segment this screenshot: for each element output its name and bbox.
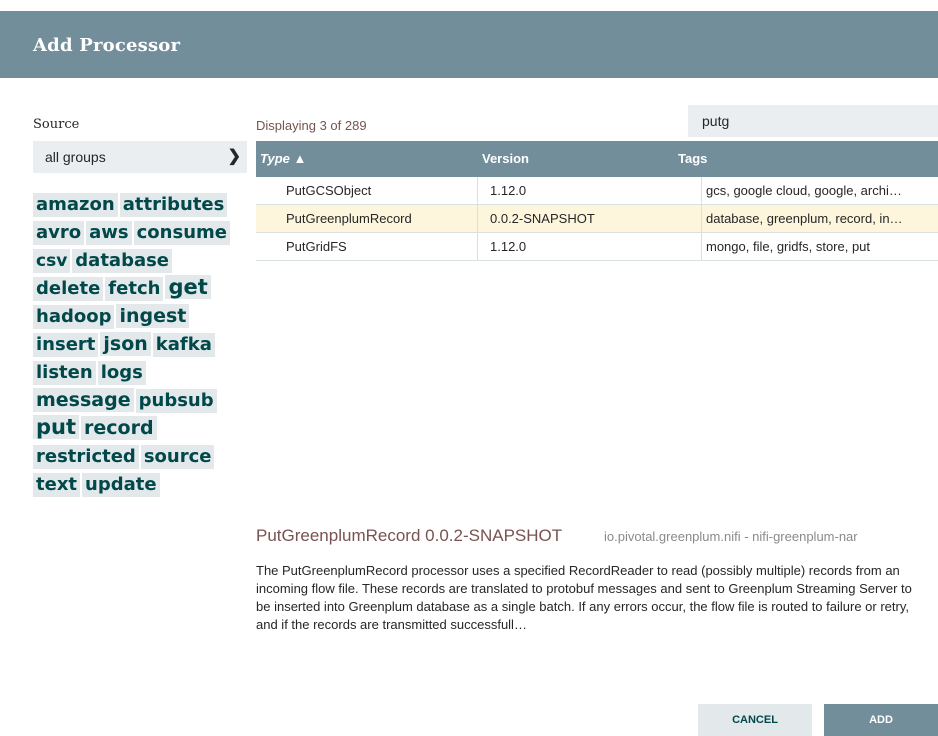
processor-detail-title: PutGreenplumRecord 0.0.2-SNAPSHOT xyxy=(256,526,563,545)
cancel-button[interactable]: CANCEL xyxy=(698,704,812,736)
cell-version: 1.12.0 xyxy=(490,239,527,254)
tag-listen[interactable]: listen xyxy=(33,361,96,385)
dialog-header: Add Processor xyxy=(0,11,938,78)
tag-logs[interactable]: logs xyxy=(97,361,146,385)
tag-amazon[interactable]: amazon xyxy=(33,193,118,217)
tag-attributes[interactable]: attributes xyxy=(119,193,228,217)
cell-tags: mongo, file, gridfs, store, put xyxy=(706,239,871,254)
tag-message[interactable]: message xyxy=(33,388,134,412)
processor-table: Type ▲ Version Tags PutGCSObject 1.12.0 gc… xyxy=(256,141,938,261)
table-row[interactable]: PutGridFS 1.12.0 mongo, file, gridfs, stor… xyxy=(256,233,938,261)
column-header-version[interactable]: Version xyxy=(482,141,672,177)
cell-tags: gcs, google cloud, google, archi… xyxy=(706,183,902,198)
tag-source[interactable]: source xyxy=(140,444,215,469)
column-divider xyxy=(701,205,702,232)
tag-avro[interactable]: avro xyxy=(33,221,85,245)
cell-type: PutGreenplumRecord xyxy=(286,211,412,226)
tag-delete[interactable]: delete xyxy=(33,277,104,301)
tag-restricted[interactable]: restricted xyxy=(33,444,139,469)
tag-text[interactable]: text xyxy=(33,472,81,497)
tag-hadoop[interactable]: hadoop xyxy=(33,305,115,329)
tag-csv[interactable]: csv xyxy=(33,249,71,273)
tag-cloud: amazon attributes avro aws consume csv databas… xyxy=(33,191,253,499)
chevron-down-icon: ❯ xyxy=(227,148,241,165)
cell-type: PutGCSObject xyxy=(286,183,372,198)
tag-get[interactable]: get xyxy=(165,275,211,299)
cell-tags: database, greenplum, record, in… xyxy=(706,211,903,226)
cell-version: 0.0.2-SNAPSHOT xyxy=(490,211,595,226)
add-button[interactable]: ADD xyxy=(824,704,938,736)
table-header: Type ▲ Version Tags xyxy=(256,141,938,177)
dialog-title: Add Processor xyxy=(33,35,181,56)
top-strip xyxy=(0,0,938,11)
cell-type: PutGridFS xyxy=(286,239,347,254)
tag-record[interactable]: record xyxy=(81,416,157,440)
column-divider xyxy=(701,177,702,204)
tag-fetch[interactable]: fetch xyxy=(105,277,164,301)
source-group-select[interactable]: all groups ❯ xyxy=(33,141,247,173)
column-header-type[interactable]: Type ▲ xyxy=(260,141,450,177)
tag-update[interactable]: update xyxy=(82,472,160,497)
column-divider xyxy=(477,205,478,232)
column-header-tags[interactable]: Tags xyxy=(678,141,902,177)
tag-kafka[interactable]: kafka xyxy=(152,333,215,357)
tag-consume[interactable]: consume xyxy=(133,221,230,245)
processor-description: The PutGreenplumRecord processor uses a … xyxy=(256,563,912,632)
table-row[interactable]: PutGreenplumRecord 0.0.2-SNAPSHOT database… xyxy=(256,205,938,233)
processor-bundle: io.pivotal.greenplum.nifi - nifi-greenpl… xyxy=(604,529,858,544)
tag-aws[interactable]: aws xyxy=(86,221,132,245)
column-divider xyxy=(477,233,478,260)
column-divider xyxy=(701,233,702,260)
tag-put[interactable]: put xyxy=(33,415,80,439)
table-row[interactable]: PutGCSObject 1.12.0 gcs, google cloud, goo… xyxy=(256,177,938,205)
search-input[interactable] xyxy=(688,105,938,137)
source-group-value: all groups xyxy=(45,149,106,165)
table-body: PutGCSObject 1.12.0 gcs, google cloud, goo… xyxy=(256,177,938,261)
column-divider xyxy=(477,177,478,204)
cell-version: 1.12.0 xyxy=(490,183,527,198)
tag-insert[interactable]: insert xyxy=(33,333,99,357)
tag-database[interactable]: database xyxy=(72,249,173,273)
source-label: Source xyxy=(33,117,80,132)
tag-ingest[interactable]: ingest xyxy=(116,304,190,328)
tag-json[interactable]: json xyxy=(100,332,151,356)
results-count: Displaying 3 of 289 xyxy=(256,118,367,133)
tag-pubsub[interactable]: pubsub xyxy=(135,389,217,413)
